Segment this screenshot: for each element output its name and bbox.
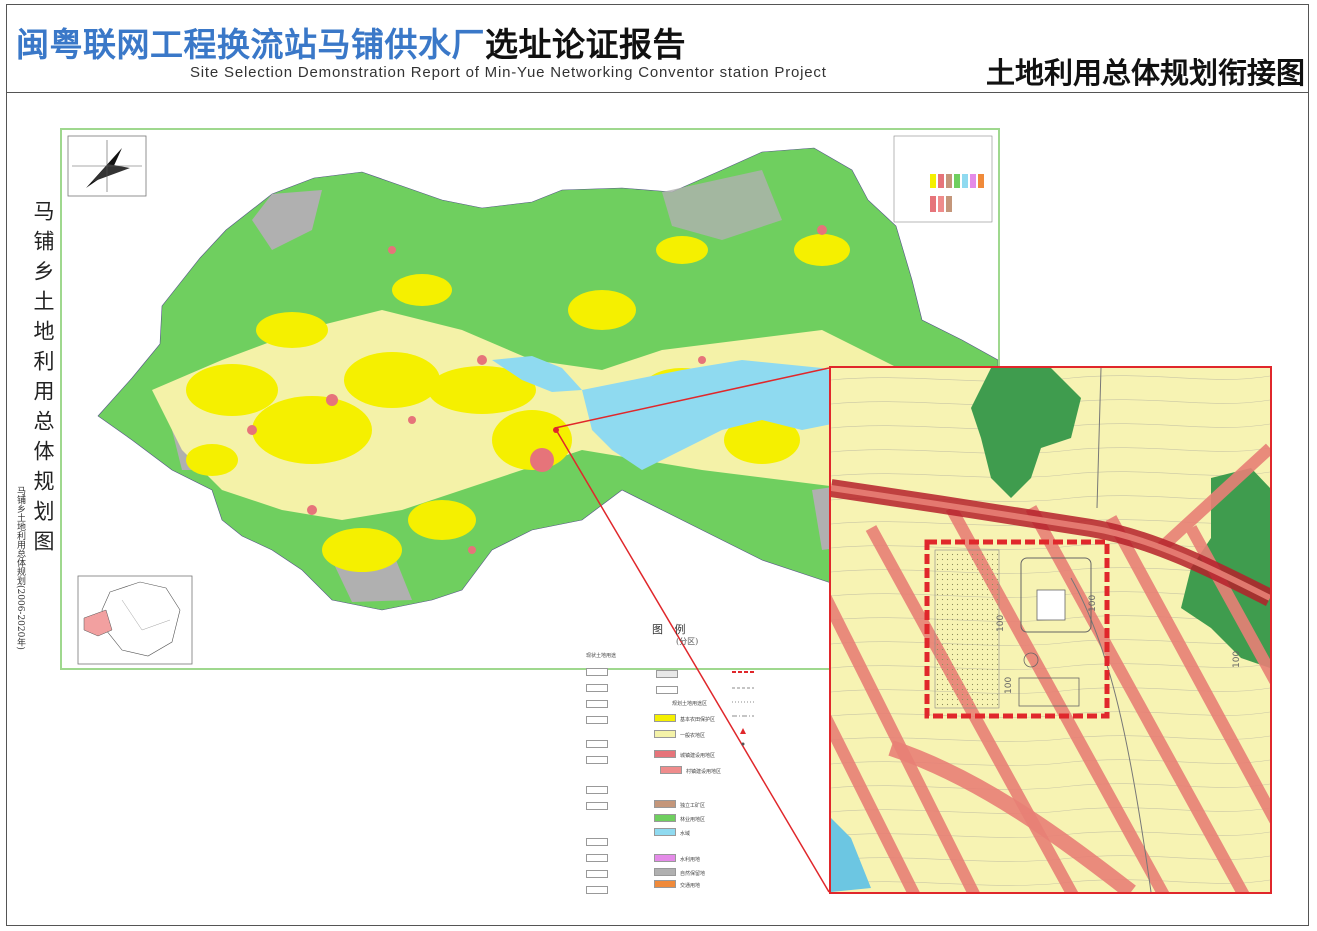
contour-label: 100 bbox=[1232, 651, 1242, 668]
legend-label-industrial: 独立工矿区 bbox=[680, 803, 706, 809]
legend-label-town-construction: 城镇建设用地区 bbox=[680, 753, 716, 759]
legend-title: 图 例 bbox=[652, 623, 690, 636]
legend-label-village-construction: 村镇建设用地区 bbox=[686, 769, 722, 775]
legend-subtitle: (分区) bbox=[676, 637, 699, 646]
contour-label: 100 bbox=[1004, 677, 1014, 694]
contour-label: 100 bbox=[1088, 595, 1098, 612]
legend-section-current: 现状土地用途 bbox=[586, 653, 617, 659]
legend-label-forest: 林业用地区 bbox=[680, 817, 706, 823]
legend-label-reserve: 自然保留地 bbox=[680, 871, 706, 877]
legend-label-basic-farmland: 基本农田保护区 bbox=[680, 717, 716, 723]
legend-label-general-farm: 一般农地区 bbox=[680, 733, 706, 739]
legend-label-water-conservancy: 水利用地 bbox=[680, 857, 701, 863]
site-detail-inset: 100 100 100 100 bbox=[829, 366, 1272, 894]
contour-label: 100 bbox=[996, 615, 1006, 632]
legend-section-planned: 规划土地用途区 bbox=[672, 701, 708, 707]
legend-label-water: 水域 bbox=[680, 831, 691, 837]
legend-label-transport: 交通用地 bbox=[680, 883, 701, 889]
site-detail-graphic: 100 100 100 100 bbox=[831, 368, 1270, 892]
